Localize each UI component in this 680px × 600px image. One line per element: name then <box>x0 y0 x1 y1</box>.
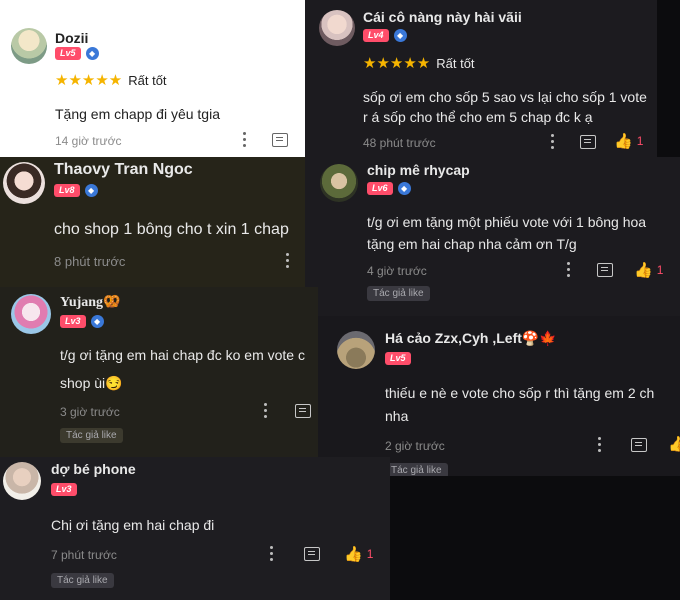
badges: Lv4 ◆ <box>363 29 407 42</box>
timestamp: 7 phút trước <box>51 548 117 562</box>
level-badge: Lv4 <box>363 29 389 42</box>
reply-icon[interactable] <box>295 404 311 418</box>
comment-text-line-2: shop ùi😏 <box>60 375 123 391</box>
timestamp: 14 giờ trước <box>55 134 122 148</box>
diamond-badge-icon: ◆ <box>85 47 99 60</box>
author-liked-tag: Tác giả like <box>60 428 123 443</box>
reply-icon[interactable] <box>597 263 613 277</box>
level-badge: Lv5 <box>55 47 81 60</box>
comment-card-cai-co-nang: Cái cô nàng này hài vãii Lv4 ◆ ★★★★★ Rất… <box>305 0 657 157</box>
thumbs-up-icon: 👍 <box>668 436 680 453</box>
diamond-badge-icon: ◆ <box>84 184 98 197</box>
badges: Lv8 ◆ <box>54 184 98 197</box>
timestamp: 8 phút trước <box>54 254 126 269</box>
badges: Lv3 ◆ <box>60 315 104 328</box>
more-vertical-icon[interactable] <box>566 262 570 277</box>
avatar[interactable] <box>320 164 358 202</box>
user-name[interactable]: Cái cô nàng này hài vãii <box>363 9 522 25</box>
comment-card-ha-cao: Há cảo Zzx,Cyh ,Left🍄🍁 Lv5 thiếu e nè e … <box>318 316 680 476</box>
comment-card-do-be-phone: dợ bé phone Lv3 Chị ơi tặng em hai chap … <box>0 457 390 600</box>
background-strip <box>657 0 680 157</box>
comment-card-thaovy: Thaovy Tran Ngoc Lv8 ◆ cho shop 1 bông c… <box>0 157 305 287</box>
more-vertical-icon[interactable] <box>269 546 273 561</box>
timestamp: 3 giờ trước <box>60 405 120 419</box>
thumbs-up-icon: 👍 <box>614 133 633 150</box>
author-liked-tag: Tác giả like <box>367 286 430 301</box>
like-count: 1 <box>636 134 644 148</box>
avatar[interactable] <box>3 162 45 204</box>
comment-text-line-1: t/g ơi em tặng một phiếu vote với 1 bông… <box>367 214 647 230</box>
user-name[interactable]: Há cảo Zzx,Cyh ,Left🍄🍁 <box>385 330 557 347</box>
rating-stars: ★★★★★ <box>363 55 431 72</box>
comment-text-line-2: tặng em hai chap nha cảm ơn T/g <box>367 236 577 252</box>
more-vertical-icon[interactable] <box>550 134 554 149</box>
more-vertical-icon[interactable] <box>597 437 601 452</box>
comment-text-line-1: t/g ơi tặng em hai chap đc ko em vote c <box>60 347 305 363</box>
more-vertical-icon[interactable] <box>263 403 267 418</box>
reply-icon[interactable] <box>304 547 320 561</box>
background-strip <box>390 476 680 600</box>
reply-icon[interactable] <box>631 438 647 452</box>
level-badge: Lv5 <box>385 352 411 365</box>
like-button[interactable]: 👍 1 <box>614 132 643 150</box>
user-name[interactable]: Yujang🥨 <box>60 294 121 311</box>
rating-stars: ★★★★★ <box>55 72 123 89</box>
comment-text-line-1: thiếu e nè e vote cho sốp r thì tặng em … <box>385 385 655 401</box>
timestamp: 4 giờ trước <box>367 264 427 278</box>
badges: Lv5 <box>385 352 411 365</box>
level-badge: Lv3 <box>51 483 77 496</box>
rating-label: Rất tốt <box>128 73 167 88</box>
level-badge: Lv8 <box>54 184 80 197</box>
comment-text: Tặng em chapp đi yêu tgia <box>55 106 220 122</box>
user-name[interactable]: chip mê rhycap <box>367 162 470 178</box>
timestamp: 48 phút trước <box>363 136 436 150</box>
badges: Lv3 <box>51 483 77 496</box>
user-name[interactable]: Dozii <box>55 30 88 46</box>
avatar[interactable] <box>11 28 47 64</box>
level-badge: Lv3 <box>60 315 86 328</box>
diamond-badge-icon: ◆ <box>90 315 104 328</box>
diamond-badge-icon: ◆ <box>393 29 407 42</box>
badges: Lv6 ◆ <box>367 182 411 195</box>
more-vertical-icon[interactable] <box>285 253 289 268</box>
comment-text-line-2: r á sốp cho thể cho em 5 chap đc k ạ <box>363 109 593 125</box>
avatar[interactable] <box>11 294 51 334</box>
comment-text-line-1: sốp ơi em cho sốp 5 sao vs lại cho sốp 1… <box>363 89 647 105</box>
avatar[interactable] <box>337 331 375 369</box>
user-name[interactable]: dợ bé phone <box>51 461 136 477</box>
comment-text-line-2: nha <box>385 408 409 424</box>
rating-label: Rất tốt <box>436 56 475 71</box>
timestamp: 2 giờ trước <box>385 439 445 453</box>
thumbs-up-icon: 👍 <box>634 262 653 279</box>
author-liked-tag: Tác giả like <box>51 573 114 588</box>
badges: Lv5 ◆ <box>55 47 99 60</box>
reply-icon[interactable] <box>272 133 288 147</box>
like-button[interactable]: 👍 <box>668 435 680 453</box>
more-vertical-icon[interactable] <box>242 132 246 147</box>
user-name[interactable]: Thaovy Tran Ngoc <box>54 161 193 179</box>
author-liked-tag: Tác giả like <box>385 463 448 476</box>
reply-icon[interactable] <box>580 135 596 149</box>
comment-card-chip-me-rhycap: chip mê rhycap Lv6 ◆ t/g ơi em tặng một … <box>305 157 680 316</box>
like-count: 1 <box>656 263 664 277</box>
avatar[interactable] <box>319 10 355 46</box>
level-badge: Lv6 <box>367 182 393 195</box>
comment-text: cho shop 1 bông cho t xin 1 chap <box>54 221 289 238</box>
comment-card-dozii: Dozii Lv5 ◆ ★★★★★ Rất tốt Tặng em chapp … <box>0 0 303 157</box>
like-button[interactable]: 👍 1 <box>344 545 373 563</box>
thumbs-up-icon: 👍 <box>344 546 363 563</box>
like-button[interactable]: 👍 1 <box>634 261 663 279</box>
like-count: 1 <box>366 547 374 561</box>
rating-row: ★★★★★ Rất tốt <box>363 56 475 71</box>
comment-text: Chị ơi tặng em hai chap đi <box>51 517 215 533</box>
diamond-badge-icon: ◆ <box>397 182 411 195</box>
comment-card-yujang: Yujang🥨 Lv3 ◆ t/g ơi tặng em hai chap đc… <box>0 287 318 457</box>
rating-row: ★★★★★ Rất tốt <box>55 73 167 88</box>
avatar[interactable] <box>3 462 41 500</box>
